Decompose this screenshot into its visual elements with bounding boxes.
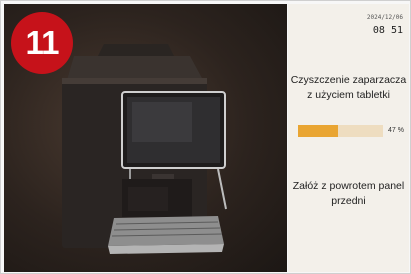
cleaning-title: Czyszczenie zaparzacza z użyciem tabletk… — [290, 74, 407, 101]
step-number-badge: 11 — [11, 12, 73, 74]
coffee-machine-photo: 11 — [4, 4, 287, 272]
screenshot-frame: 11 2024/12/06 08 51 Czyszczenie zaparzac… — [0, 0, 411, 274]
instruction-text: Załóż z powrotem panel przedni — [292, 180, 405, 207]
machine-display-panel: 2024/12/06 08 51 Czyszczenie zaparzacza … — [288, 4, 409, 272]
date-label: 2024/12/06 — [366, 14, 403, 21]
progress-percent: 47 % — [388, 127, 404, 134]
clock-label: 08 51 — [372, 25, 403, 36]
progress-bar-fill — [298, 125, 338, 137]
step-number: 11 — [25, 24, 60, 61]
progress-bar — [298, 125, 383, 137]
